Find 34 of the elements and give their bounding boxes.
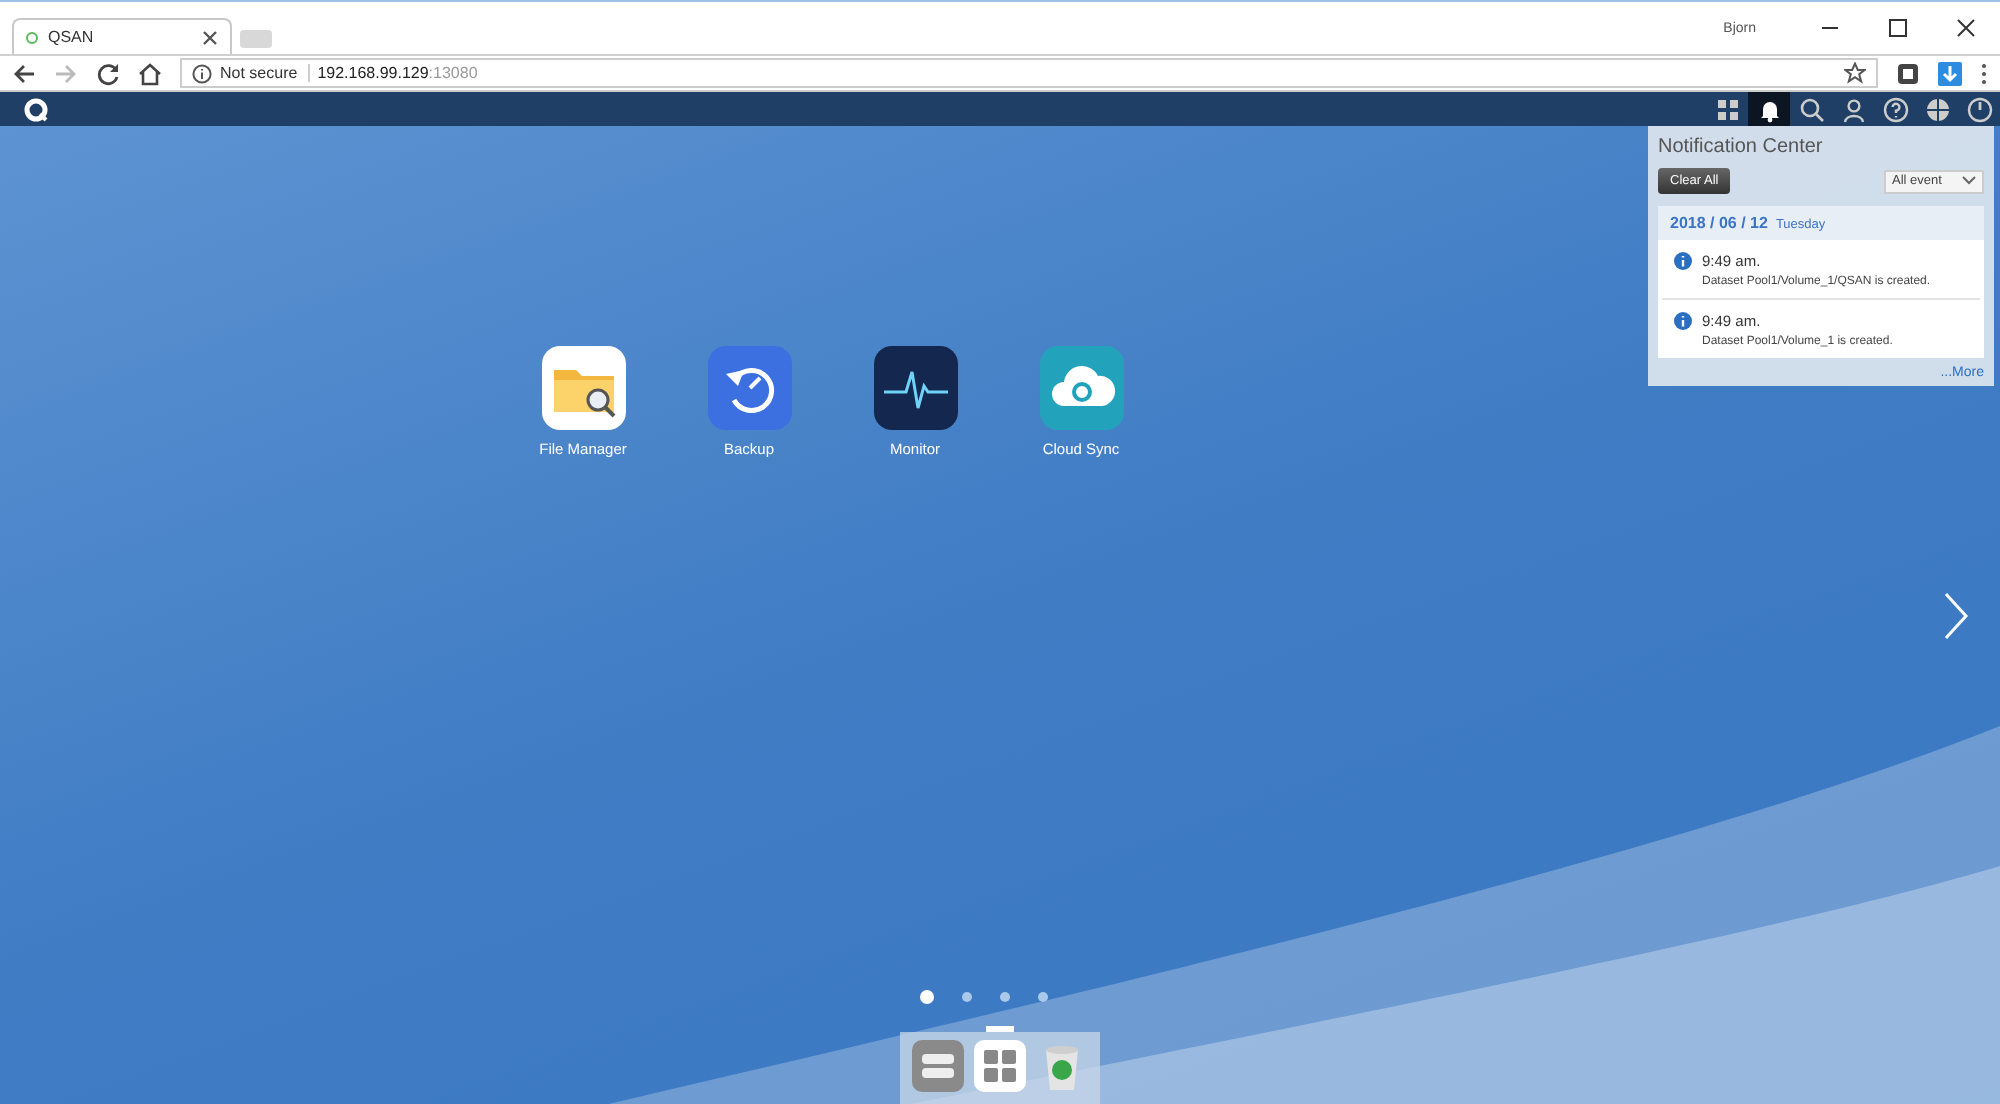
info-icon [1674, 252, 1692, 270]
page-indicator[interactable] [1038, 992, 1048, 1002]
folder-drawing[interactable] [541, 346, 625, 430]
maximize-icon[interactable] [1888, 18, 1908, 38]
heartbeat-drawing[interactable] [873, 346, 957, 430]
panel-title: Notification Center [1658, 136, 1825, 158]
tab-favicon-icon [26, 31, 38, 43]
cloud-sync-drawing[interactable] [1039, 346, 1123, 430]
reload-icon[interactable] [96, 61, 120, 85]
tab-title: QSAN [48, 28, 96, 46]
download-icon[interactable] [1938, 61, 1962, 85]
page-indicator[interactable] [962, 992, 972, 1002]
extension-icon[interactable] [1896, 61, 1920, 85]
chevron-down-icon [1962, 176, 1976, 186]
close-tab-icon[interactable] [202, 29, 218, 45]
close-icon[interactable] [1956, 18, 1976, 38]
info-icon [1674, 312, 1692, 330]
notification-date: 2018 / 06 / 12 [1670, 214, 1768, 232]
backup-drawing[interactable] [707, 346, 791, 430]
browser-tab[interactable]: QSAN [12, 18, 232, 54]
home-icon[interactable] [138, 61, 162, 85]
menu-icon[interactable] [1980, 61, 1988, 85]
notification-icon[interactable] [1748, 92, 1790, 126]
back-icon[interactable] [12, 61, 36, 85]
apps-icon[interactable] [973, 1026, 1026, 1092]
url-text: 192.168.99.129:13080 [317, 64, 478, 82]
page-indicator[interactable] [920, 990, 934, 1004]
address-bar[interactable]: Not secure 192.168.99.129:13080 [180, 58, 1878, 88]
next-page-icon[interactable] [1942, 590, 1970, 642]
security-label[interactable]: Not secure [220, 64, 310, 82]
star-icon[interactable] [1844, 62, 1866, 84]
page-indicator[interactable] [1000, 992, 1010, 1002]
info-icon[interactable] [192, 63, 212, 83]
logo-icon[interactable] [24, 97, 48, 121]
